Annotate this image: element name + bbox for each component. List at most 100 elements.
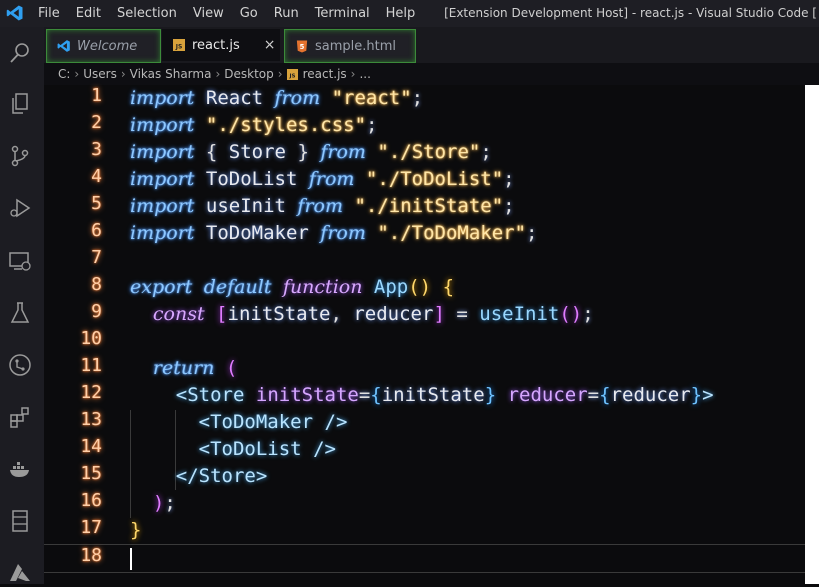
tab-welcome[interactable]: Welcome: [46, 29, 161, 63]
chevron-right-icon: ›: [350, 67, 356, 81]
editor-tab-bar: Welcome JS react.js × 5 sample.html: [44, 27, 819, 63]
line-number: 18: [80, 545, 102, 566]
menu-file[interactable]: File: [38, 6, 60, 21]
git-graph-icon[interactable]: [6, 351, 34, 379]
token: const: [152, 303, 205, 325]
breadcrumb-user[interactable]: Vikas Sharma: [130, 67, 212, 81]
breadcrumb-desktop[interactable]: Desktop: [224, 67, 274, 81]
code-line-6: 6 import ToDoMaker from "./ToDoMaker";: [44, 220, 805, 247]
menu-go[interactable]: Go: [240, 6, 258, 21]
token: return: [152, 357, 215, 379]
token: reducer: [353, 303, 434, 325]
token: from: [274, 87, 321, 109]
files-icon[interactable]: [6, 90, 34, 118]
notebook-icon[interactable]: [6, 507, 34, 535]
token: from: [320, 141, 366, 163]
token: initState: [255, 384, 359, 406]
token: import: [130, 222, 195, 244]
breadcrumb-drive[interactable]: C:: [58, 67, 70, 81]
remote-explorer-icon[interactable]: [6, 247, 34, 275]
code-line-1: 1 import React from "react";: [44, 85, 805, 112]
line-number: 6: [91, 220, 102, 241]
code-editor[interactable]: 1 import React from "react"; 2 import ".…: [44, 85, 805, 584]
token: import: [130, 114, 195, 136]
line-number: 14: [80, 436, 102, 457]
code-line-12: 12 <Store initState={initState} reducer=…: [44, 382, 805, 409]
breadcrumb-file[interactable]: react.js: [303, 67, 347, 81]
line-number: 8: [91, 274, 102, 295]
code-line-14: 14 <ToDoList />: [44, 436, 805, 463]
chevron-right-icon: ›: [277, 67, 283, 81]
extensions-icon[interactable]: [6, 403, 34, 431]
menu-terminal[interactable]: Terminal: [315, 6, 370, 21]
token: ToDoMaker: [210, 411, 314, 433]
token: "./ToDoList": [365, 168, 504, 190]
code-line-4: 4 import ToDoList from "./ToDoList";: [44, 166, 805, 193]
line-code: <ToDoMaker />: [198, 411, 348, 433]
line-code: const [initState, reducer] = useInit();: [152, 303, 594, 325]
azure-icon[interactable]: [6, 559, 34, 587]
editor-scrollbar[interactable]: [805, 85, 819, 584]
menu-help[interactable]: Help: [386, 6, 416, 21]
menu-view[interactable]: View: [193, 6, 224, 21]
token: default: [203, 276, 272, 298]
line-number: 7: [91, 247, 102, 268]
token: from: [320, 222, 366, 244]
tab-react-js[interactable]: JS react.js ×: [162, 29, 280, 61]
chevron-right-icon: ›: [215, 67, 221, 81]
tab-sample-html[interactable]: 5 sample.html: [284, 29, 416, 63]
line-code: <ToDoList />: [198, 438, 336, 460]
token: ;: [503, 168, 515, 190]
token: "./initState": [354, 195, 504, 217]
line-code: }: [130, 519, 142, 541]
line-number: 15: [80, 463, 102, 484]
token: ;: [411, 87, 424, 109]
token: from: [297, 195, 343, 217]
token: import: [130, 141, 195, 163]
code-line-5: 5 import useInit from "./initState";: [44, 193, 805, 220]
menu-edit[interactable]: Edit: [76, 6, 101, 21]
token: ;: [366, 114, 378, 136]
line-code: );: [152, 492, 176, 514]
line-number: 9: [91, 301, 102, 322]
token: from: [308, 168, 355, 190]
tab-label: react.js: [192, 37, 240, 53]
source-control-icon[interactable]: [6, 142, 34, 170]
token: reducer: [507, 384, 588, 406]
docker-icon[interactable]: [6, 455, 34, 483]
token: import: [130, 195, 195, 217]
token: ;: [164, 492, 176, 514]
code-line-15: 15 </Store>: [44, 463, 805, 490]
text-cursor: [130, 548, 132, 570]
run-debug-icon[interactable]: [6, 194, 34, 222]
breadcrumb-users[interactable]: Users: [83, 67, 117, 81]
line-code: import { Store } from "./Store";: [130, 141, 492, 163]
token: "./styles.css": [205, 114, 367, 136]
close-icon[interactable]: ×: [264, 37, 276, 53]
menu-run[interactable]: Run: [274, 6, 299, 21]
chevron-right-icon: ›: [74, 67, 80, 81]
menu-selection[interactable]: Selection: [117, 6, 177, 21]
testing-icon[interactable]: [6, 299, 34, 327]
code-line-18: 18: [44, 544, 805, 573]
code-line-8: 8 export default function App() {: [44, 274, 805, 301]
svg-text:JS: JS: [288, 73, 295, 79]
line-number: 11: [80, 355, 102, 376]
vscode-logo-icon[interactable]: [6, 4, 24, 22]
search-icon[interactable]: [6, 39, 34, 67]
line-code: </Store>: [175, 465, 268, 487]
token: useInit: [205, 195, 286, 217]
code-line-10: 10: [44, 328, 805, 355]
token: App: [373, 276, 409, 298]
tab-label: Welcome: [77, 38, 138, 54]
line-number: 17: [80, 517, 102, 538]
breadcrumb-symbol[interactable]: ...: [359, 67, 370, 81]
code-line-16: 16 );: [44, 490, 805, 517]
token: ;: [503, 195, 515, 217]
token: ToDoList: [205, 168, 298, 190]
token: ;: [582, 303, 594, 325]
code-line-9: 9 const [initState, reducer] = useInit()…: [44, 301, 805, 328]
line-code: import ToDoMaker from "./ToDoMaker";: [130, 220, 537, 247]
chevron-right-icon: ›: [120, 67, 126, 81]
line-number: 12: [80, 382, 102, 403]
